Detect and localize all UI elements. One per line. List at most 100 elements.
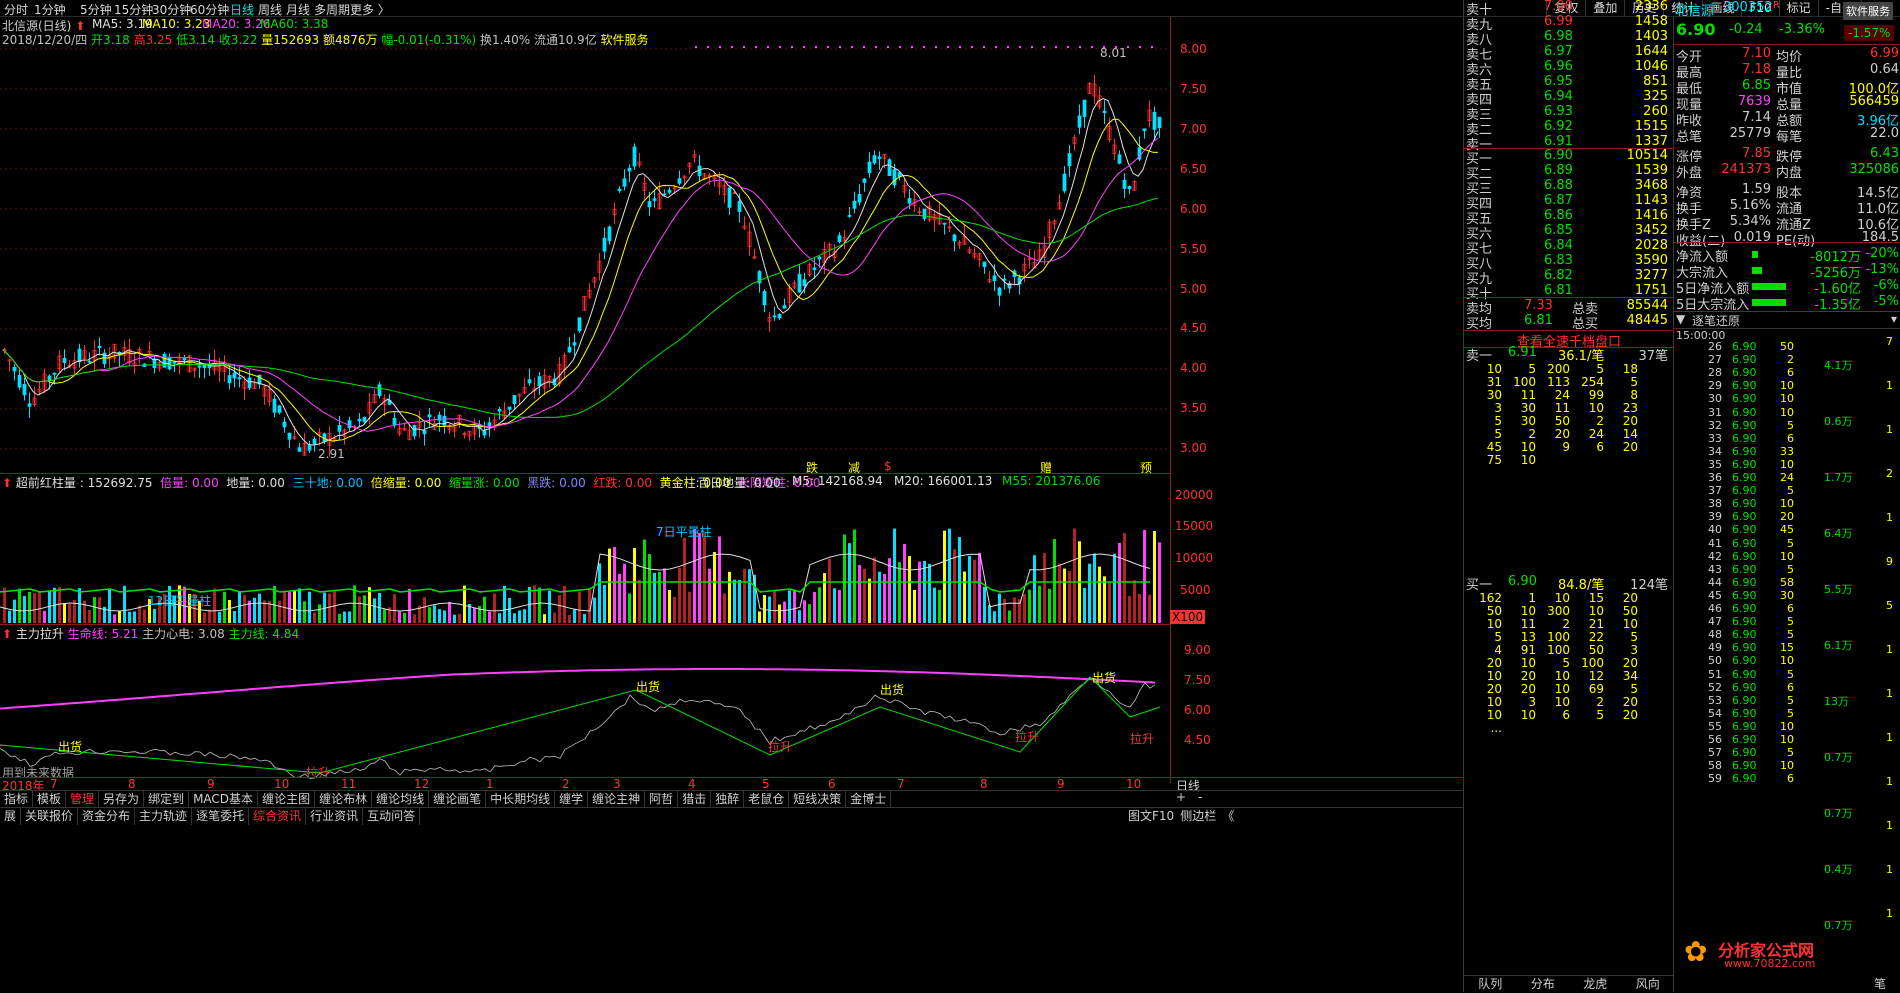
tick-price: 6.90 (1732, 366, 1757, 380)
queue-cell: 4 (1494, 643, 1502, 657)
date-tick: 3 (613, 777, 621, 791)
vol-ind-item: 三十地: 0.00 (292, 476, 364, 490)
kline-chart[interactable] (0, 17, 1170, 783)
period-60min[interactable]: 60分钟 (190, 1, 229, 18)
minus-icon[interactable]: - (1198, 790, 1202, 804)
candle-body (237, 377, 242, 380)
info-tab[interactable]: 展 (0, 808, 22, 825)
volume-bar (798, 610, 801, 623)
queue-cell: 10 (1622, 617, 1638, 631)
volume-bar (1153, 530, 1156, 623)
queue-cell: 100 (1581, 656, 1604, 670)
quote-label: 每笔 (1776, 130, 1803, 145)
tick-seq: 50 (1708, 654, 1722, 668)
period-more[interactable]: 更多 〉 (350, 1, 390, 18)
queue-row: 20 20 10 69 5 (1464, 682, 1674, 696)
side-tab[interactable]: 分布 (1517, 976, 1570, 993)
period-weekly[interactable]: 周线 (258, 1, 282, 18)
info-tab[interactable]: 逐笔委托 (192, 808, 250, 825)
menu-icon[interactable]: ▼ (1676, 312, 1685, 326)
indicator-tab[interactable]: 阿哲 (645, 791, 679, 808)
queue-cell: 6 (1596, 440, 1604, 454)
info-tab[interactable]: 行业资讯 (306, 808, 364, 825)
indicator-tab[interactable]: 缠论均线 (372, 791, 430, 808)
volume-bar (358, 596, 361, 623)
date-tick: 4 (688, 777, 696, 791)
info-tab[interactable]: 资金分布 (78, 808, 136, 825)
period-multi[interactable]: 多周期 (314, 1, 350, 18)
stock-flag: R (1773, 0, 1780, 11)
period-monthly[interactable]: 月线 (286, 1, 310, 18)
queue-cell: 100 (1513, 375, 1536, 389)
indicator-tab[interactable]: 短线决策 (789, 791, 847, 808)
side-tab[interactable]: 龙虎 (1569, 976, 1622, 993)
tick-volume: 20 (1780, 510, 1794, 524)
tick-seq: 59 (1708, 772, 1722, 786)
plus-icon[interactable]: + (1176, 790, 1186, 804)
tick-volume: 6 (1787, 602, 1794, 615)
indicator-tab[interactable]: 另存为 (99, 791, 145, 808)
period-5min[interactable]: 5分钟 (80, 1, 112, 18)
queue-cell: 1 (1528, 591, 1536, 605)
queue-cell: 12 (1588, 669, 1604, 683)
info-tab[interactable]: 关联报价 (21, 808, 79, 825)
queue-cell: ... (1490, 721, 1502, 735)
indicator-tab[interactable]: 缠论布林 (315, 791, 373, 808)
indicator-tab[interactable]: 金博士 (846, 791, 892, 808)
period-fenshi[interactable]: 分时 (4, 1, 28, 18)
dropdown-icon[interactable]: ▾ (1891, 312, 1897, 326)
indicator-tab[interactable]: 缠论主神 (588, 791, 646, 808)
indicator-tab[interactable]: 猎击 (678, 791, 712, 808)
indicator-tab[interactable]: 缠学 (555, 791, 589, 808)
candle-body (482, 430, 487, 436)
tick-row: 59 6.90 6 (1674, 772, 1900, 785)
side-tab[interactable]: 笔 (1874, 975, 1886, 992)
indicator-tab[interactable]: 独醉 (711, 791, 745, 808)
tick-price: 6.90 (1732, 510, 1757, 524)
info-tab[interactable]: 综合资讯 (249, 808, 307, 825)
tick-row: 26 6.90 50 (1674, 340, 1900, 353)
indicator-tab[interactable]: 管理 (66, 791, 100, 808)
side-tab[interactable]: 风向 (1622, 976, 1675, 993)
queue-cell: 10 (1520, 440, 1536, 454)
quote-value: 0.64 (1870, 62, 1899, 77)
indicator-tab[interactable]: 中长期均线 (486, 791, 556, 808)
tick-seq: 36 (1708, 471, 1722, 484)
out-label: 出货 (636, 680, 661, 694)
period-daily[interactable]: 日线 (230, 1, 254, 18)
volume-bar (948, 528, 951, 623)
volume-bar (1023, 593, 1026, 623)
tab-f10[interactable]: 图文F10 (1125, 807, 1177, 824)
indicator-tab[interactable]: 绑定到 (144, 791, 190, 808)
queue-cell: 31 (1486, 375, 1502, 389)
tick-seq: 26 (1708, 340, 1722, 353)
side-tab[interactable]: 队列 (1464, 976, 1517, 993)
indicator-tab[interactable]: MACD基本 (189, 791, 259, 808)
indicator-tab[interactable]: 缠论画笔 (429, 791, 487, 808)
volume-bar (803, 600, 806, 623)
vol-ind-item: 倍缩量: 0.00 (370, 476, 442, 490)
candle-body (797, 273, 802, 293)
indicator-tab[interactable]: 老鼠仓 (744, 791, 790, 808)
info-tab[interactable]: 互动问答 (363, 808, 421, 825)
period-1min[interactable]: 1分钟 (34, 1, 66, 18)
period-30min[interactable]: 30分钟 (152, 1, 191, 18)
signal-dot (875, 46, 877, 48)
period-15min[interactable]: 15分钟 (114, 1, 153, 18)
candle-body (907, 198, 912, 204)
signal-dot (1079, 46, 1081, 48)
signal-dot (899, 46, 901, 48)
volume-bar (898, 562, 901, 623)
tick-price: 6.90 (1732, 405, 1757, 419)
indicator-tab[interactable]: 指标 (0, 791, 34, 808)
collapse-icon[interactable]: 《 (1219, 807, 1237, 824)
tick-volume: 15 (1780, 641, 1794, 655)
candle-body (307, 444, 312, 451)
tab-sidebar[interactable]: 侧边栏 (1177, 807, 1219, 824)
info-tab[interactable]: 主力轨迹 (135, 808, 193, 825)
tick-side-count: 5 (1886, 599, 1893, 612)
indicator-tab[interactable]: 模板 (33, 791, 67, 808)
date-tick: 9 (207, 777, 215, 791)
candle-body (872, 155, 877, 164)
indicator-tab[interactable]: 缠论主图 (258, 791, 316, 808)
